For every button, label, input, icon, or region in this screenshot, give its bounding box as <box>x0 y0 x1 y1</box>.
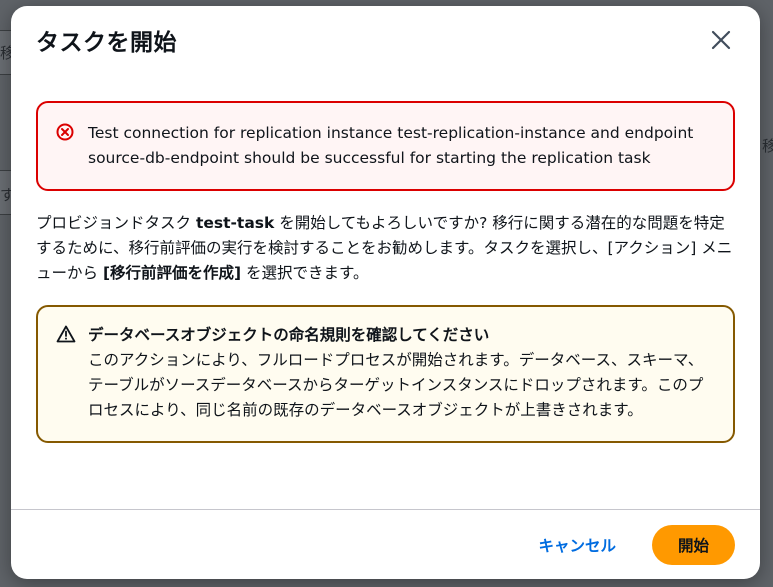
close-button[interactable] <box>706 25 736 55</box>
warning-content: データベースオブジェクトの命名規則を確認してください このアクションにより、フル… <box>88 323 713 423</box>
start-task-modal: タスクを開始 Test connection for replication i… <box>11 6 760 579</box>
error-alert: Test connection for replication instance… <box>36 101 735 191</box>
modal-title: タスクを開始 <box>36 30 177 56</box>
warning-text: このアクションにより、フルロードプロセスが開始されます。データベース、スキーマ、… <box>88 351 704 419</box>
task-name: test-task <box>195 214 275 232</box>
start-button[interactable]: 開始 <box>651 524 735 565</box>
warning-triangle-icon <box>56 323 76 423</box>
close-icon <box>711 30 731 50</box>
modal-footer: キャンセル 開始 <box>11 509 760 579</box>
warning-title: データベースオブジェクトの命名規則を確認してください <box>88 326 490 344</box>
description-part: を選択できます。 <box>241 264 369 282</box>
task-description: プロビジョンドタスク test-task を開始してもよろしいですか? 移行に関… <box>36 211 735 286</box>
warning-alert: データベースオブジェクトの命名規則を確認してください このアクションにより、フル… <box>36 305 735 443</box>
background-text-fragment: 移 <box>762 137 773 155</box>
cancel-button[interactable]: キャンセル <box>520 526 634 564</box>
modal-body: Test connection for replication instance… <box>11 74 760 443</box>
error-circle-x-icon <box>56 121 76 171</box>
modal-header: タスクを開始 <box>11 6 760 74</box>
menu-item-reference: [移行前評価を作成] <box>102 264 242 282</box>
error-alert-text: Test connection for replication instance… <box>88 124 694 167</box>
description-part: プロビジョンドタスク <box>36 214 196 232</box>
